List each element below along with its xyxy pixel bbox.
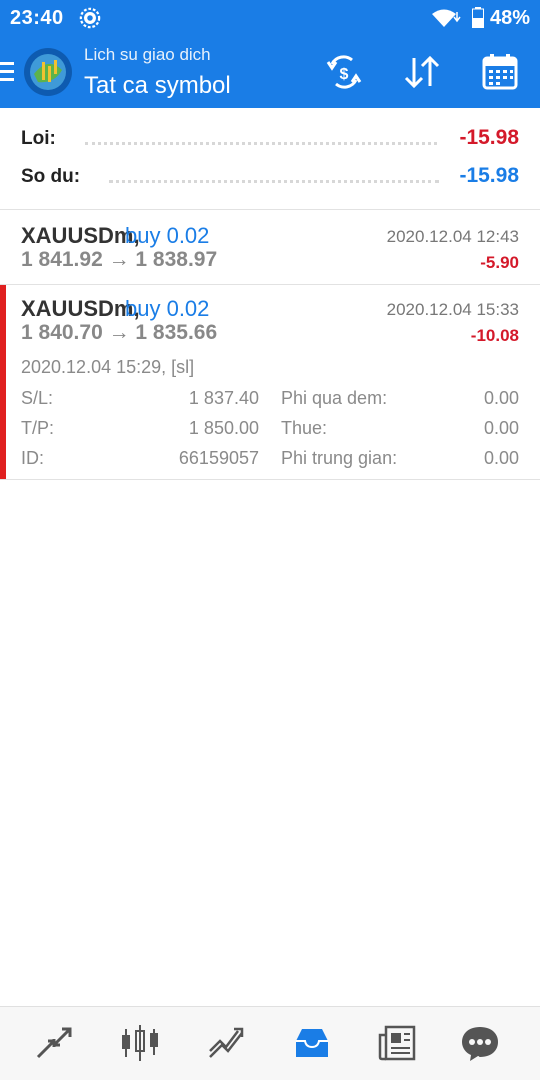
trade-type: buy 0.02 [125,296,210,321]
app-subtitle: Lich su giao dich [84,45,211,64]
history-icon[interactable] [290,1023,334,1063]
commission-label: Phi trung gian: [281,448,398,468]
trade-date: 2020.12.04 15:33 [386,300,519,319]
trade-symbol: XAUUSDm, [21,296,140,321]
id-label: ID: [21,448,45,468]
calendar-icon[interactable] [478,52,522,92]
swap-value: 0.00 [483,388,519,408]
status-time: 23:40 [10,7,64,29]
quotes-icon[interactable] [32,1023,76,1063]
battery-percent: 48% [490,7,531,29]
trade-profit: -5.90 [480,253,519,272]
balance-row: So du: -15.98 [21,164,519,194]
tp-value: 1 850.00 [188,418,259,438]
commission-value: 0.00 [483,448,519,468]
status-bar: 23:40 48% [0,0,540,36]
app-title[interactable]: Tat ca symbol [84,72,231,100]
trade-row-expanded[interactable]: XAUUSDm, buy 0.02 1 840.70 → 1 835.66 20… [0,285,540,480]
trade-symbol: XAUUSDm, [21,223,140,248]
summary-panel: Loi: -15.98 So du: -15.98 [0,108,540,210]
balance-value: -15.98 [459,164,519,187]
swap-label: Phi qua dem: [281,388,388,408]
menu-icon[interactable] [0,62,16,82]
trade-type: buy 0.02 [125,223,210,248]
news-icon[interactable] [376,1023,420,1063]
sort-icon[interactable] [400,52,444,92]
battery-icon [472,7,484,28]
sl-value: 1 837.40 [188,388,259,408]
svg-text:$: $ [340,66,349,83]
sl-label: S/L: [21,388,54,408]
trade-open-time: 2020.12.04 15:29, [sl] [21,357,195,377]
bottom-nav [0,1006,540,1080]
gear-icon [79,7,101,29]
app-logo-icon[interactable] [24,48,72,96]
selected-marker [0,285,6,479]
profit-row: Loi: -15.98 [21,126,519,156]
app-bar: Lich su giao dich Tat ca symbol $ [0,36,540,108]
wifi-icon [432,9,461,27]
currency-exchange-icon[interactable]: $ [322,52,366,92]
trade-date: 2020.12.04 12:43 [386,227,519,246]
dotted-leader [85,142,437,145]
trade-profit: -10.08 [470,326,519,345]
dotted-leader [109,180,439,183]
profit-label: Loi: [21,128,56,149]
trade-prices: 1 841.92 → 1 838.97 [21,248,218,271]
tax-label: Thue: [281,418,328,438]
tp-label: T/P: [21,418,55,438]
id-value: 66159057 [178,448,259,468]
balance-label: So du: [21,166,81,187]
trade-row[interactable]: XAUUSDm, buy 0.02 1 841.92 → 1 838.97 20… [0,210,540,285]
profit-value: -15.98 [459,126,519,149]
trade-icon[interactable] [204,1023,248,1063]
chart-icon[interactable] [118,1023,162,1063]
chat-icon[interactable] [458,1023,502,1063]
trade-prices: 1 840.70 → 1 835.66 [21,321,218,344]
tax-value: 0.00 [483,418,519,438]
